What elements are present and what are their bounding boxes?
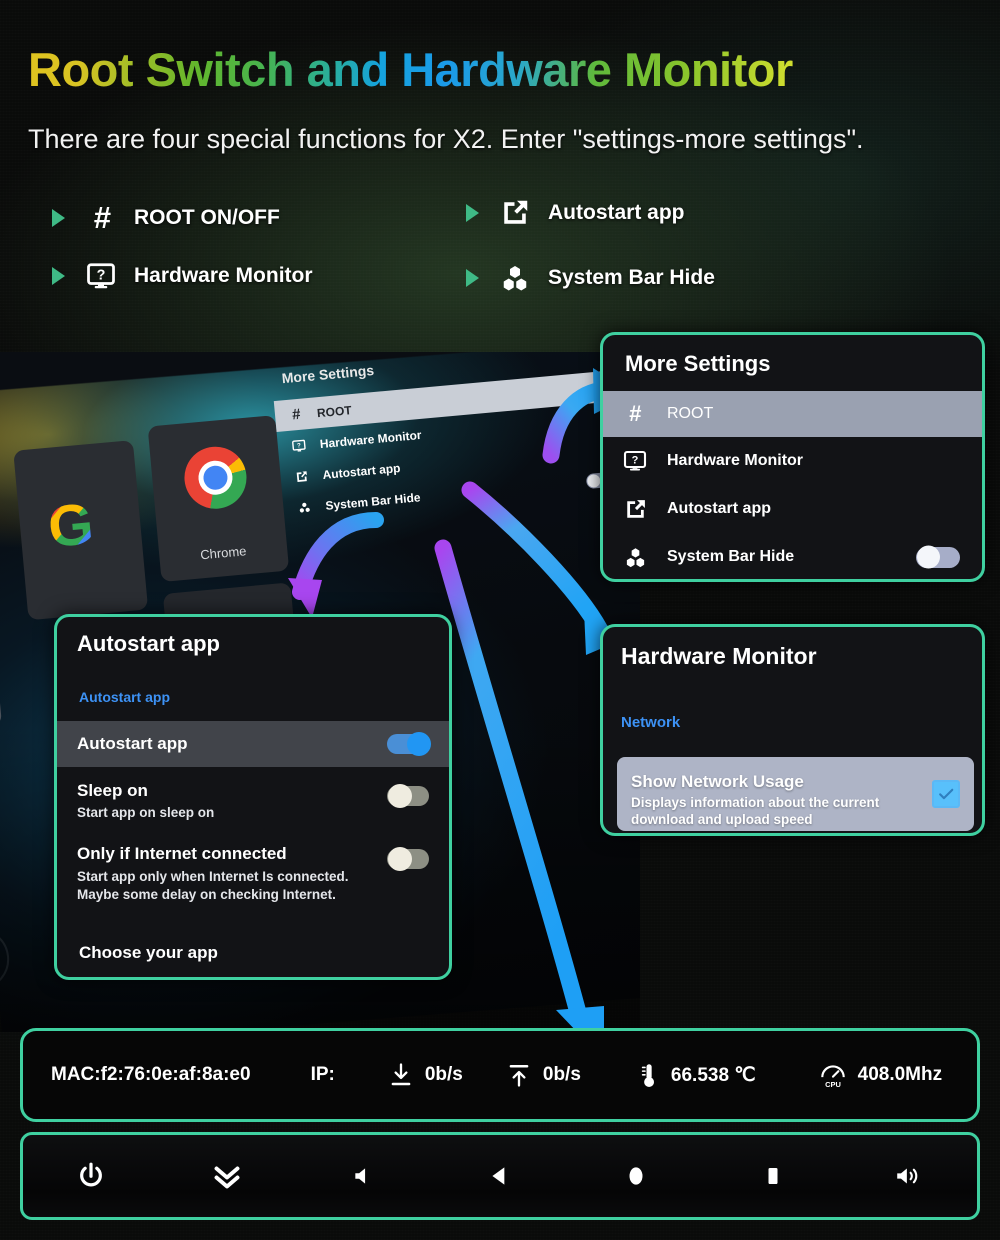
download-icon xyxy=(387,1061,415,1089)
feature-label: Hardware Monitor xyxy=(134,264,313,287)
autostart-row-label: Only if Internet connected xyxy=(77,844,287,863)
toggle-knob xyxy=(388,847,412,871)
system-nav-bar xyxy=(20,1132,980,1220)
promo-page: G Chrome More Settings # xyxy=(0,0,1000,1240)
autostart-row-label: Autostart app xyxy=(77,734,188,753)
status-mac: MAC:f2:76:0e:af:8a:e0 xyxy=(51,1064,251,1086)
hardware-monitor-card: Hardware Monitor Network Show Network Us… xyxy=(600,624,985,836)
show-network-usage-row[interactable]: Show Network Usage Displays information … xyxy=(617,757,974,831)
autostart-row-only-if-internet[interactable]: Only if Internet connected Start app onl… xyxy=(57,844,449,903)
autostart-app-card: Autostart app Autostart app Autostart ap… xyxy=(54,614,452,980)
hardware-monitor-status-bar: MAC:f2:76:0e:af:8a:e0 IP: 0b/s 0b/s 66.5… xyxy=(20,1028,980,1122)
autostart-row-label: Sleep on xyxy=(77,781,148,800)
status-ip: IP: xyxy=(311,1064,335,1086)
autostart-row-sleep-on[interactable]: Sleep on Start app on sleep on xyxy=(57,781,449,820)
hash-icon: # xyxy=(628,401,642,426)
monitor-help-icon: ? xyxy=(84,261,118,291)
more-settings-item-root[interactable]: # ROOT xyxy=(603,391,982,437)
feature-label: ROOT ON/OFF xyxy=(134,206,280,229)
monitor-help-icon: ? xyxy=(621,449,649,473)
autostart-app-toggle[interactable] xyxy=(387,732,431,756)
bullet-triangle-icon xyxy=(466,204,479,222)
more-settings-item-label: System Bar Hide xyxy=(667,548,795,565)
home-icon[interactable] xyxy=(606,1153,666,1199)
external-link-icon xyxy=(621,498,649,521)
more-settings-card: More Settings # ROOT ? Hardware Monitor … xyxy=(600,332,985,582)
more-settings-item-label: Hardware Monitor xyxy=(667,452,804,469)
more-settings-item-label: Autostart app xyxy=(667,500,771,517)
upload-icon xyxy=(505,1061,533,1089)
page-title: Root Switch and Hardware Monitor xyxy=(28,43,793,96)
sleep-on-toggle[interactable] xyxy=(387,784,429,808)
power-icon[interactable] xyxy=(61,1153,121,1199)
autostart-row-desc: Start app on sleep on xyxy=(77,805,215,820)
recents-icon[interactable] xyxy=(743,1153,803,1199)
hexagons-icon xyxy=(498,263,532,293)
status-download-value: 0b/s xyxy=(424,1064,463,1085)
show-network-usage-checkbox[interactable] xyxy=(932,780,960,808)
toggle-knob xyxy=(388,784,412,808)
show-network-usage-desc: Displays information about the current d… xyxy=(631,794,880,827)
only-if-internet-toggle[interactable] xyxy=(387,847,429,871)
toggle-knob xyxy=(917,545,940,569)
toggle-knob xyxy=(407,732,431,756)
status-download: 0b/s xyxy=(387,1061,463,1089)
feature-root-on-off: # ROOT ON/OFF xyxy=(52,200,280,236)
autostart-row-desc: Start app only when Internet Is connecte… xyxy=(77,869,349,902)
more-settings-item-label: ROOT xyxy=(667,405,714,422)
svg-text:?: ? xyxy=(97,267,106,283)
volume-down-icon[interactable] xyxy=(334,1153,394,1199)
bullet-triangle-icon xyxy=(52,267,65,285)
feature-system-bar-hide: System Bar Hide xyxy=(466,263,715,293)
cpu-gauge-icon: CPU xyxy=(818,1061,848,1089)
hardware-monitor-title: Hardware Monitor xyxy=(621,643,817,669)
status-ip-label: IP: xyxy=(310,1064,335,1085)
volume-up-icon[interactable] xyxy=(879,1153,939,1199)
status-cpu: CPU 408.0Mhz xyxy=(818,1061,942,1089)
back-icon[interactable] xyxy=(470,1153,530,1199)
hardware-monitor-section-label: Network xyxy=(621,714,681,731)
feature-autostart-app: Autostart app xyxy=(466,198,685,228)
page-subtitle: There are four special functions for X2.… xyxy=(28,124,864,154)
hexagons-icon xyxy=(621,546,649,569)
show-network-usage-title: Show Network Usage xyxy=(631,771,804,791)
feature-label: System Bar Hide xyxy=(548,266,715,289)
external-link-icon xyxy=(498,198,532,228)
autostart-app-title: Autostart app xyxy=(77,631,220,656)
hash-icon: # xyxy=(93,200,110,235)
more-settings-item-autostart-app[interactable]: Autostart app xyxy=(603,485,982,533)
status-upload-value: 0b/s xyxy=(542,1064,581,1085)
feature-hardware-monitor: ? Hardware Monitor xyxy=(52,261,313,291)
feature-label: Autostart app xyxy=(548,201,685,224)
status-cpu-value: 408.0Mhz xyxy=(857,1064,943,1085)
status-temperature: 66.538 ℃ xyxy=(635,1061,756,1089)
svg-text:CPU: CPU xyxy=(825,1080,841,1089)
autostart-section-label: Autostart app xyxy=(79,689,170,705)
bullet-triangle-icon xyxy=(466,269,479,287)
double-chevron-down-icon[interactable] xyxy=(197,1153,257,1199)
system-bar-hide-toggle[interactable] xyxy=(916,545,960,569)
bullet-triangle-icon xyxy=(52,209,65,227)
status-mac-value: MAC:f2:76:0e:af:8a:e0 xyxy=(51,1064,251,1085)
status-temperature-value: 66.538 ℃ xyxy=(670,1064,756,1086)
svg-text:?: ? xyxy=(632,455,639,467)
status-upload: 0b/s xyxy=(505,1061,581,1089)
autostart-row-autostart-app[interactable]: Autostart app xyxy=(57,721,449,767)
thermometer-icon xyxy=(635,1061,661,1089)
more-settings-item-system-bar-hide[interactable]: System Bar Hide xyxy=(603,533,982,579)
more-settings-item-hardware-monitor[interactable]: ? Hardware Monitor xyxy=(603,437,982,485)
more-settings-title: More Settings xyxy=(625,351,771,376)
choose-your-app-label[interactable]: Choose your app xyxy=(79,943,218,963)
